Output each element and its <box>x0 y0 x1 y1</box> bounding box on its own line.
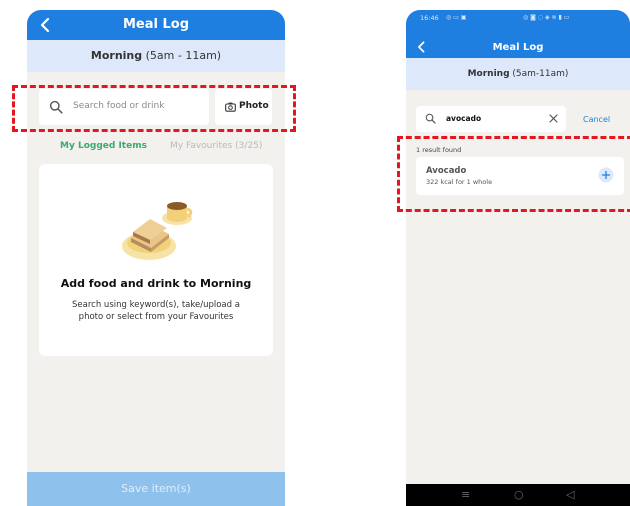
system-nav-bar: ≡ ○ ◁ <box>406 484 630 506</box>
header-bar: Meal Log <box>27 10 285 40</box>
search-highlight-box <box>12 85 296 132</box>
meal-period-name: Morning <box>467 69 510 79</box>
meal-period-range: (5am-11am) <box>509 69 569 79</box>
page-title: Meal Log <box>122 17 190 32</box>
status-time: 16:46 <box>420 14 439 22</box>
search-icon <box>425 113 436 124</box>
home-icon[interactable]: ○ <box>514 488 524 501</box>
cancel-button[interactable]: Cancel <box>583 115 610 124</box>
meal-period-range: (5am - 11am) <box>142 49 222 62</box>
right-phone-screen: 16:46 ◎ ▭ ▣ ◎ ◙ ◌ ◈ ≋ ▮ ▭ Meal Log Morni… <box>406 10 630 506</box>
status-icons-right: ◎ ◙ ◌ ◈ ≋ ▮ ▭ <box>523 14 570 21</box>
empty-state-body: Search using keyword(s), take/upload a p… <box>72 300 240 322</box>
menu-icon[interactable]: ≡ <box>461 488 470 501</box>
search-value: avocado <box>446 114 482 123</box>
empty-state-card: Add food and drink to Morning Search usi… <box>39 164 273 356</box>
save-items-button[interactable]: Save item(s) <box>27 472 285 506</box>
tab-my-logged-items[interactable]: My Logged Items <box>60 141 147 151</box>
page-title: Meal Log <box>492 42 544 53</box>
clear-search-icon[interactable] <box>549 114 558 123</box>
status-icons-left: ◎ ▭ ▣ <box>446 14 467 21</box>
meal-period-name: Morning <box>90 49 143 62</box>
status-bar: 16:46 ◎ ▭ ▣ ◎ ◙ ◌ ◈ ≋ ▮ ▭ <box>406 10 630 26</box>
tab-my-favourites[interactable]: My Favourites (3/25) <box>170 141 262 151</box>
header-bar: 16:46 ◎ ▭ ▣ ◎ ◙ ◌ ◈ ≋ ▮ ▭ Meal Log <box>406 10 630 58</box>
food-illustration <box>119 194 197 266</box>
back-icon[interactable]: ◁ <box>566 488 574 501</box>
meal-period-banner: Morning (5am-11am) <box>406 58 630 90</box>
search-input[interactable]: avocado <box>416 106 566 132</box>
meal-period-banner: Morning (5am - 11am) <box>27 40 285 72</box>
result-highlight-box <box>397 136 630 212</box>
empty-state-title: Add food and drink to Morning <box>60 277 252 290</box>
